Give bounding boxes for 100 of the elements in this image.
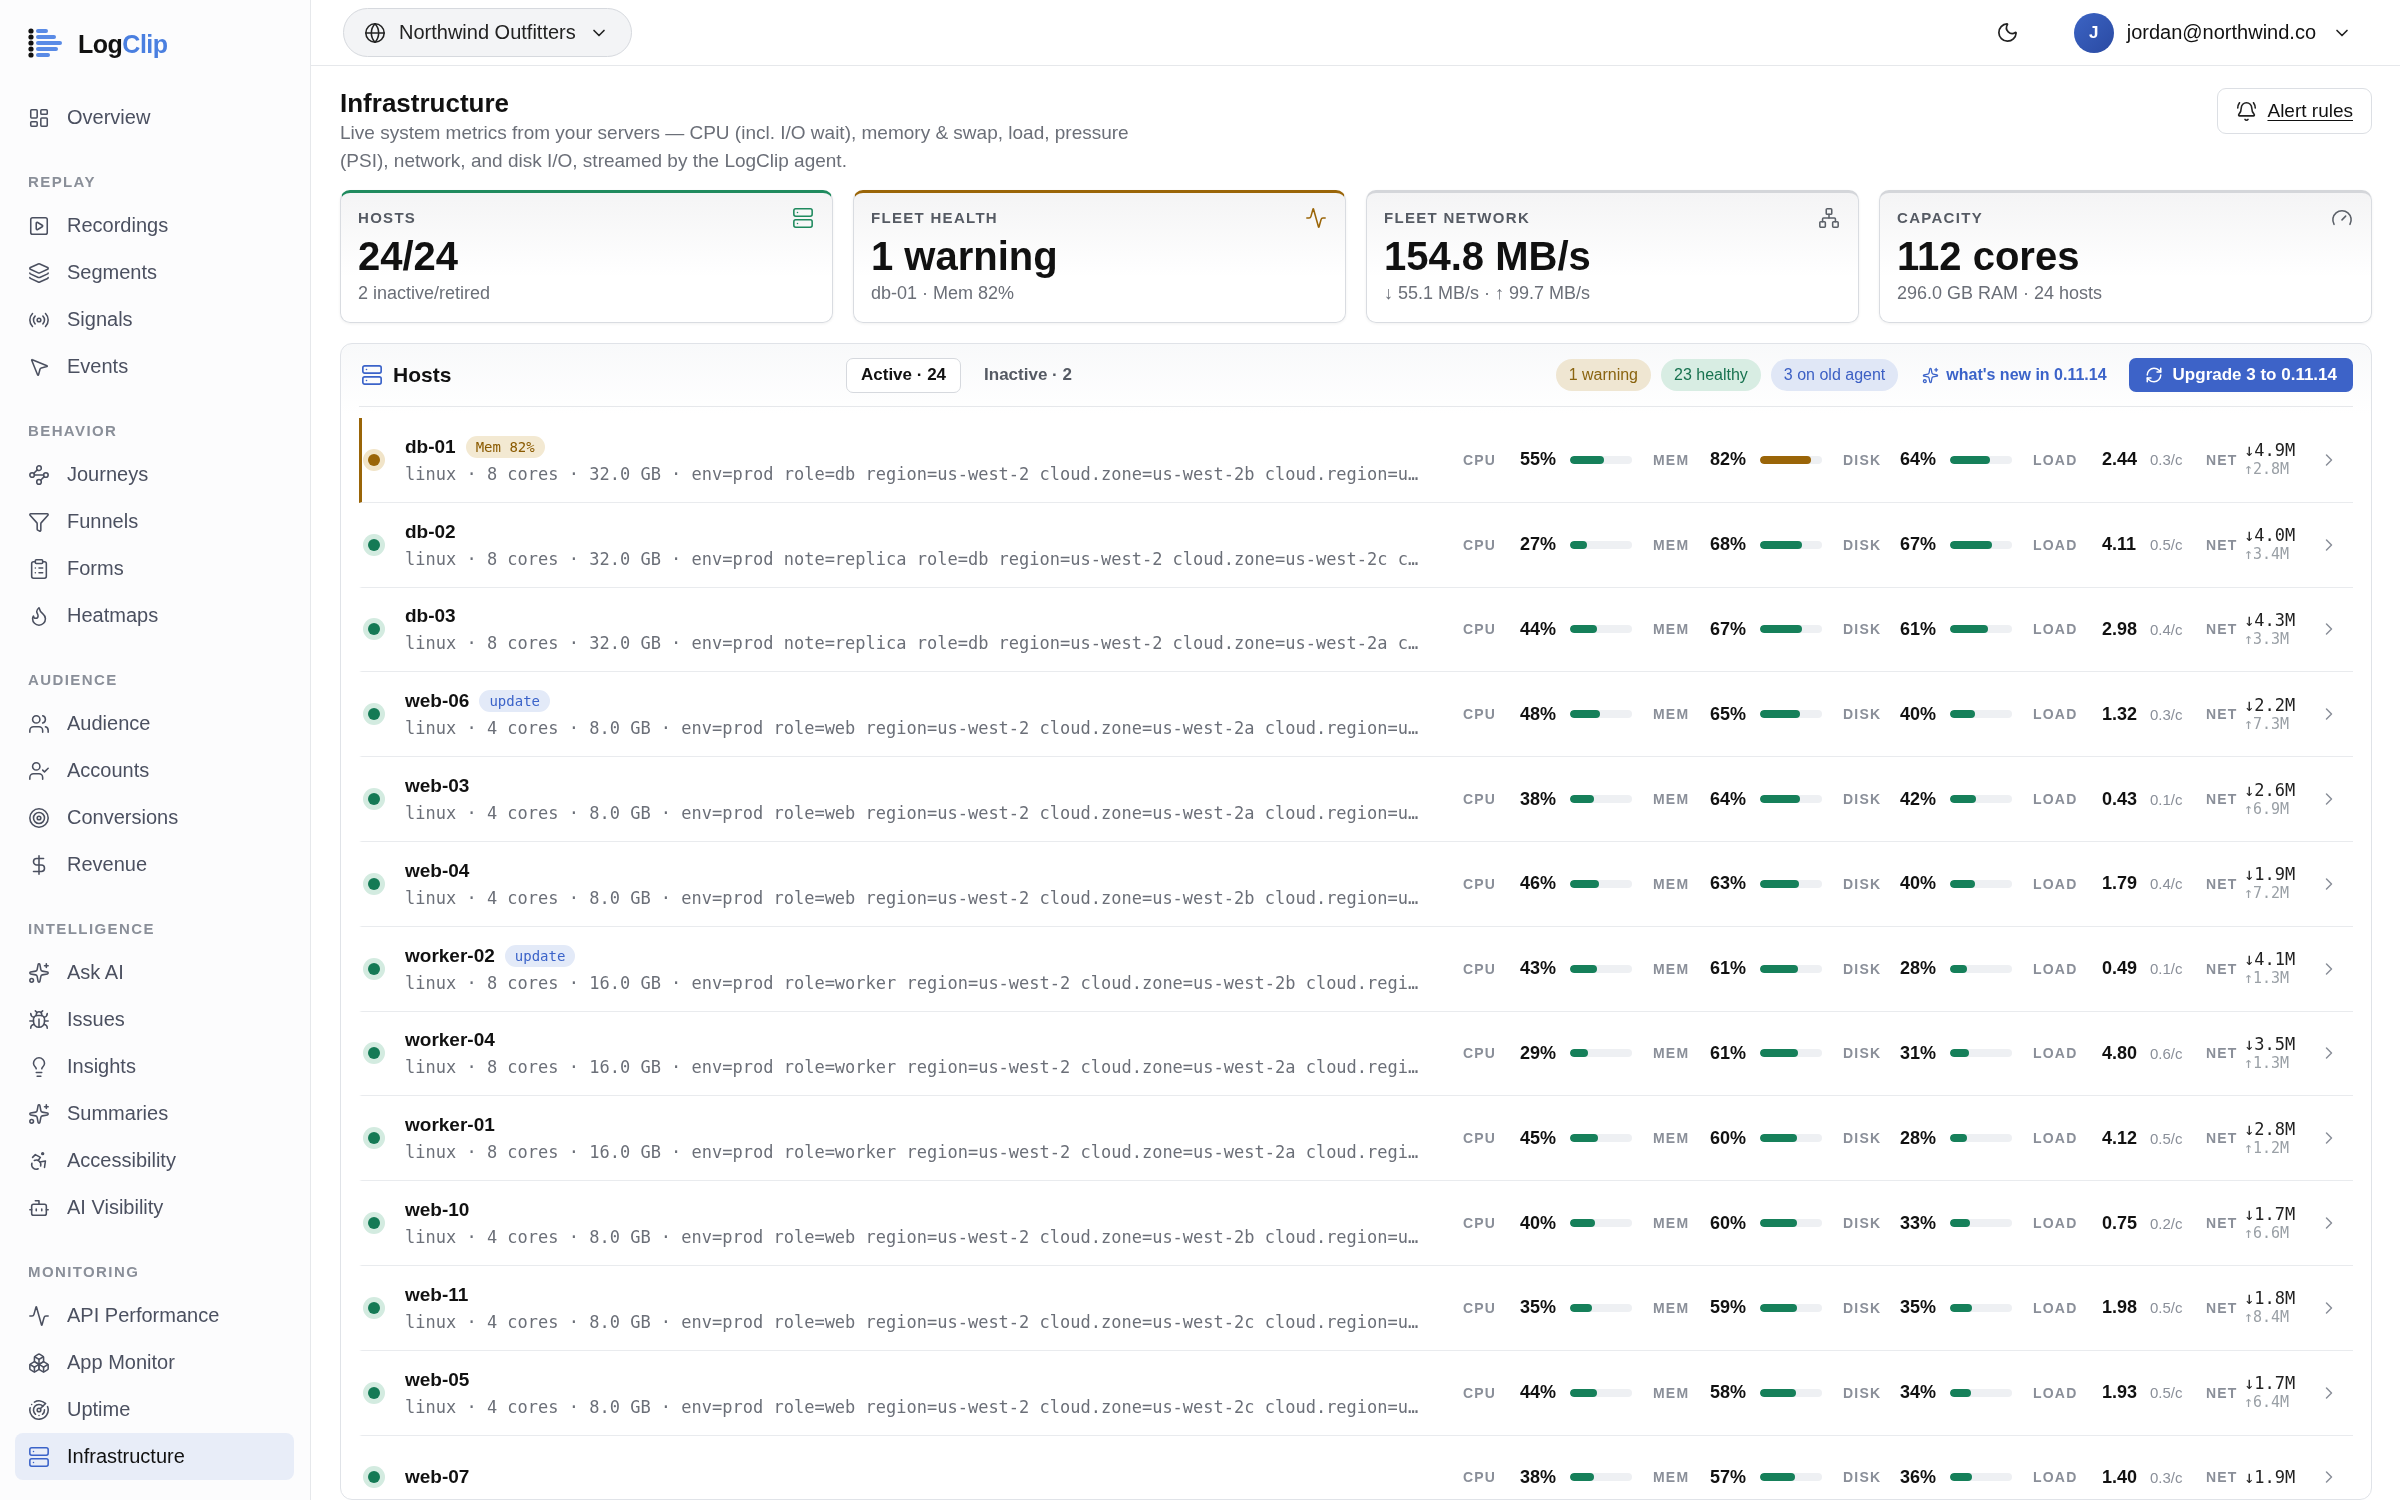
metric-label: NET xyxy=(2206,1384,2239,1401)
nav-item[interactable]: Overview xyxy=(15,94,294,141)
metric-label: NET xyxy=(2206,1469,2239,1486)
metric-label: LOAD xyxy=(2033,960,2079,977)
metric-label: CPU xyxy=(1463,1130,1498,1147)
nav-item[interactable]: Events xyxy=(15,343,294,390)
metric-value: 63% xyxy=(1710,873,1748,895)
load-per-core: 0.2/c xyxy=(2150,1214,2184,1232)
nav-item[interactable]: Ask AI xyxy=(15,949,294,996)
metric-label: NET xyxy=(2206,875,2239,892)
metric-value: 64% xyxy=(1900,449,1938,471)
update-badge: update xyxy=(504,944,576,967)
load-value: 1.93 xyxy=(2102,1382,2139,1404)
user-email[interactable]: jordan@northwind.co xyxy=(2126,21,2316,44)
nav-item[interactable]: Summaries xyxy=(15,1090,294,1137)
status-count-badge: 23 healthy xyxy=(1661,359,1761,391)
tab[interactable]: Active · 24 xyxy=(846,357,962,393)
net-up-rate: ↑1.2M xyxy=(2244,1138,2290,1158)
host-row[interactable]: web-07 CPU 38% MEM 57% DISK 36% LOAD 1.40 0.3/c NET ↓1.9M xyxy=(359,1435,2353,1499)
host-details: linux · 4 cores · 8.0 GB · env=prod role=web region=us-west-2 cloud.zone=us-west-2b cloud.region=u… xyxy=(405,1226,1419,1249)
clipboard-list-icon xyxy=(28,557,50,580)
metric-value: 43% xyxy=(1520,958,1558,980)
metric-value: 28% xyxy=(1900,1127,1938,1149)
metric-label: MEM xyxy=(1653,1215,1691,1232)
net-down-rate: ↓2.8M xyxy=(2244,1118,2296,1139)
nav-item[interactable]: Segments xyxy=(15,249,294,296)
metric-label: DISK xyxy=(1843,875,1883,892)
metric-label: CPU xyxy=(1463,451,1498,468)
nav-item[interactable]: Audience xyxy=(15,700,294,747)
globe-icon xyxy=(364,21,386,44)
host-name: worker-04 xyxy=(405,1028,495,1053)
metric-label: NET xyxy=(2206,536,2239,553)
metric-label: MEM xyxy=(1653,960,1691,977)
load-value: 0.49 xyxy=(2102,958,2139,980)
nav-item[interactable]: AI Visibility xyxy=(15,1184,294,1231)
metric-label: NET xyxy=(2206,451,2239,468)
metric-label: MEM xyxy=(1653,1384,1691,1401)
people-icon xyxy=(28,712,50,735)
metric-value: 33% xyxy=(1900,1212,1938,1234)
nav-item[interactable]: Recordings xyxy=(15,202,294,249)
moon-icon[interactable] xyxy=(1995,21,2019,44)
metric-label: DISK xyxy=(1843,1299,1883,1316)
upgrade-button[interactable]: Upgrade 3 to 0.11.14 xyxy=(2128,358,2353,392)
metric-value: 38% xyxy=(1520,788,1558,810)
nav-item[interactable]: Accounts xyxy=(15,747,294,794)
host-details: linux · 4 cores · 8.0 GB · env=prod role=web region=us-west-2 cloud.zone=us-west-2a cloud.region=u… xyxy=(405,802,1419,825)
metric-label: CPU xyxy=(1463,1384,1498,1401)
nav-item[interactable]: API Performance xyxy=(15,1292,294,1339)
nav-item[interactable]: Signals xyxy=(15,296,294,343)
nav-item[interactable]: Accessibility xyxy=(15,1137,294,1184)
funnel-icon xyxy=(28,510,50,533)
stat-value: 112 cores xyxy=(1897,233,2081,279)
load-per-core: 0.3/c xyxy=(2150,451,2184,469)
nav-item[interactable]: App Monitor xyxy=(15,1339,294,1386)
host-details: linux · 8 cores · 32.0 GB · env=prod note=replica role=db region=us-west-2 cloud.zone=us-west-2c c… xyxy=(405,547,1419,570)
metric-label: DISK xyxy=(1843,1469,1883,1486)
boxes-icon xyxy=(28,1351,50,1374)
status-count-badge: 3 on old agent xyxy=(1770,359,1899,391)
nav-item[interactable]: Uptime xyxy=(15,1386,294,1433)
load-value: 0.43 xyxy=(2102,788,2139,810)
nav-item[interactable]: Funnels xyxy=(15,498,294,545)
nav-item[interactable]: Insights xyxy=(15,1043,294,1090)
nav-item[interactable]: Forms xyxy=(15,545,294,592)
metric-label: DISK xyxy=(1843,536,1883,553)
host-details: linux · 8 cores · 32.0 GB · env=prod role=db region=us-west-2 cloud.zone=us-west-2b cloud.region=u… xyxy=(405,462,1419,485)
nav-item[interactable]: Conversions xyxy=(15,794,294,841)
whats-new-link[interactable]: what's new in 0.11.14 xyxy=(1922,366,2107,384)
metric-label: CPU xyxy=(1463,1045,1498,1062)
load-value: 1.79 xyxy=(2102,873,2139,895)
metric-value: 64% xyxy=(1710,788,1748,810)
metric-label: CPU xyxy=(1463,791,1498,808)
metric-label: DISK xyxy=(1843,1215,1883,1232)
host-details: linux · 8 cores · 16.0 GB · env=prod role=worker region=us-west-2 cloud.zone=us-west-2b cloud.regi… xyxy=(405,971,1419,994)
nav-item[interactable]: Journeys xyxy=(15,451,294,498)
user-avatar[interactable]: J xyxy=(2073,12,2114,53)
metric-value: 35% xyxy=(1900,1297,1938,1319)
layers-icon xyxy=(28,261,50,284)
metric-label: CPU xyxy=(1463,1299,1498,1316)
nav-item[interactable]: Issues xyxy=(15,996,294,1043)
net-down-rate: ↓1.7M xyxy=(2244,1373,2296,1394)
metric-label: DISK xyxy=(1843,1384,1883,1401)
load-per-core: 0.5/c xyxy=(2150,1129,2184,1147)
metric-value: 82% xyxy=(1710,449,1748,471)
net-up-rate: ↑1.3M xyxy=(2244,1053,2290,1073)
net-up-rate: ↑7.3M xyxy=(2244,714,2290,734)
nav-item[interactable]: Revenue xyxy=(15,841,294,888)
alert-rules-button[interactable]: Alert rules xyxy=(2217,88,2372,134)
net-down-rate: ↓1.8M xyxy=(2244,1288,2296,1309)
sparkles-icon xyxy=(1922,366,1940,384)
net-up-rate: ↑3.3M xyxy=(2244,630,2290,649)
nav-item[interactable]: Infrastructure xyxy=(15,1433,294,1480)
metric-label: MEM xyxy=(1653,875,1691,892)
workspace-selector[interactable]: Northwind Outfitters xyxy=(343,8,632,57)
metric-value: 48% xyxy=(1520,703,1558,725)
metric-label: MEM xyxy=(1653,1299,1691,1316)
metric-value: 31% xyxy=(1900,1042,1938,1064)
load-value: 1.32 xyxy=(2102,703,2139,725)
tab[interactable]: Inactive · 2 xyxy=(969,357,1087,393)
nav-item[interactable]: Heatmaps xyxy=(15,592,294,639)
host-name: web-11 xyxy=(405,1282,469,1307)
